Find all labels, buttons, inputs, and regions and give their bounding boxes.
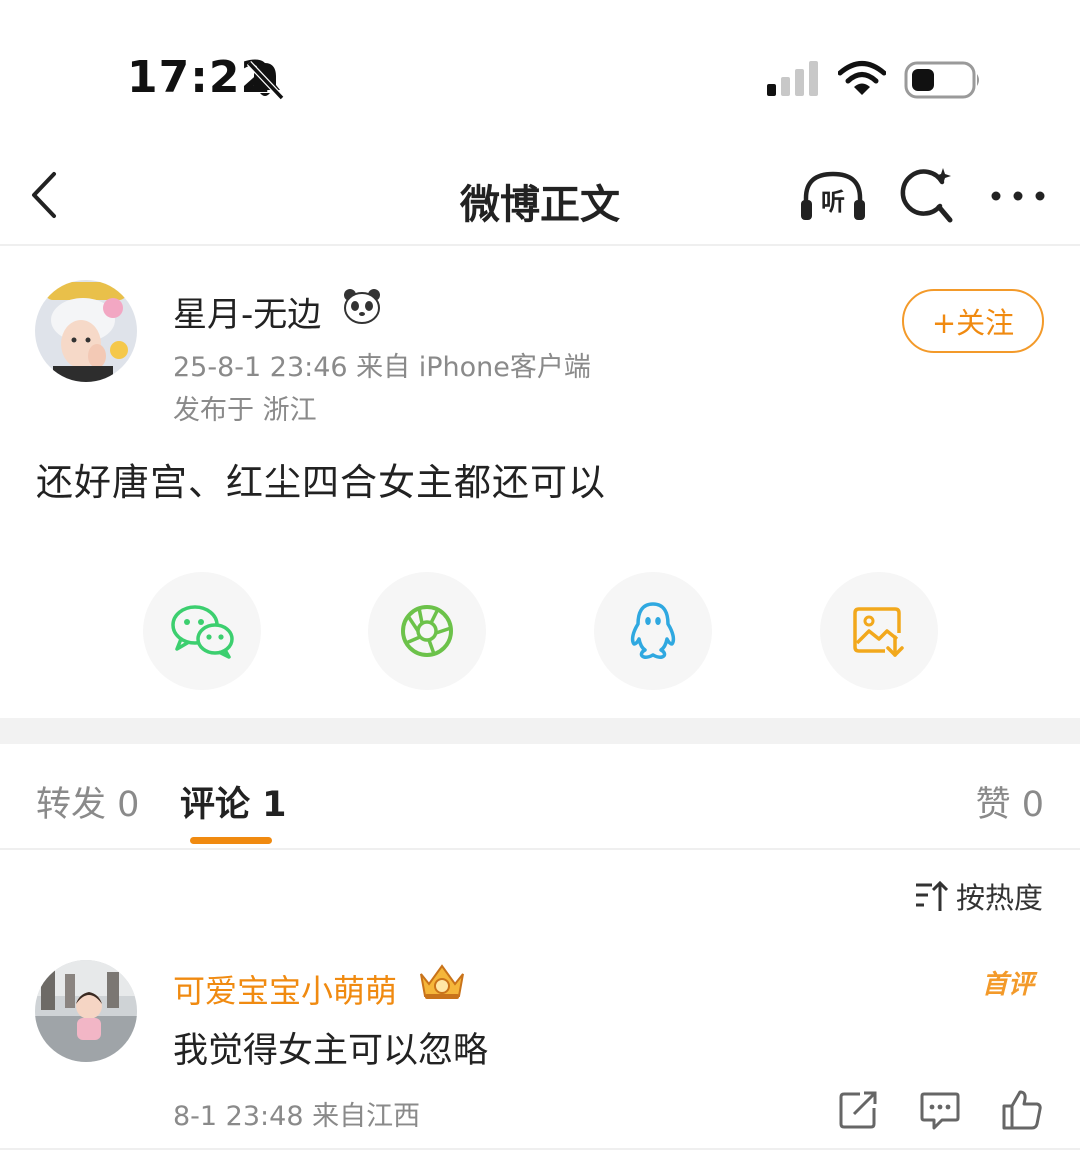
comment-meta: 8-1 23:48 来自江西 xyxy=(173,1101,421,1132)
qq-icon xyxy=(630,602,676,659)
more-dots-icon[interactable] xyxy=(988,186,1048,206)
moments-icon xyxy=(401,605,453,657)
share-moments-button[interactable] xyxy=(368,572,486,690)
comment-text: 我觉得女主可以忽略 xyxy=(173,1031,489,1071)
share-qq-button[interactable] xyxy=(594,572,712,690)
headphones-listen-icon[interactable]: 听 xyxy=(798,168,868,224)
commenter-name[interactable]: 可爱宝宝小萌萌 xyxy=(173,966,397,1012)
tab-bar: 转发 0 评论 1 赞 0 xyxy=(0,744,1080,850)
sort-icon xyxy=(916,880,948,911)
save-image-icon xyxy=(853,607,904,657)
save-image-button[interactable] xyxy=(820,572,938,690)
cellular-signal-icon xyxy=(767,61,818,96)
tab-comments[interactable]: 评论 1 xyxy=(180,776,287,827)
post-location: 发布于 浙江 xyxy=(173,395,317,426)
share-comment-icon[interactable] xyxy=(836,1088,880,1132)
search-sparkle-icon[interactable] xyxy=(896,164,956,224)
share-row xyxy=(0,572,1080,692)
status-bar: 17:22 xyxy=(0,0,1080,150)
first-comment-badge: 首评 xyxy=(982,970,1035,1000)
share-wechat-button[interactable] xyxy=(143,572,261,690)
comment-divider xyxy=(0,1148,1080,1150)
tab-repost[interactable]: 转发 0 xyxy=(36,776,139,827)
bell-muted-icon xyxy=(246,60,285,101)
active-tab-indicator xyxy=(190,837,272,844)
listen-label: 听 xyxy=(821,188,845,216)
sort-label: 按热度 xyxy=(956,881,1044,915)
author-name[interactable]: 星月-无边 xyxy=(173,287,321,336)
sort-button[interactable]: 按热度 xyxy=(914,876,1043,916)
post-meta: 25-8-1 23:46 来自 iPhone客户端 xyxy=(173,352,591,383)
commenter-avatar[interactable] xyxy=(35,960,137,1062)
author-avatar[interactable] xyxy=(35,280,137,382)
panda-icon xyxy=(344,289,380,324)
wifi-icon xyxy=(838,61,886,95)
follow-button[interactable]: +关注 xyxy=(902,289,1044,353)
battery-icon xyxy=(904,61,979,99)
tab-likes[interactable]: 赞 0 xyxy=(976,776,1044,827)
wechat-icon xyxy=(171,605,234,659)
section-divider xyxy=(0,718,1080,744)
reply-comment-icon[interactable] xyxy=(918,1088,962,1132)
nav-bar: 微博正文 听 xyxy=(0,150,1080,246)
post-content: 还好唐宫、红尘四合女主都还可以 xyxy=(36,461,606,504)
like-comment-icon[interactable] xyxy=(1000,1088,1044,1132)
crown-badge-icon xyxy=(420,964,464,999)
